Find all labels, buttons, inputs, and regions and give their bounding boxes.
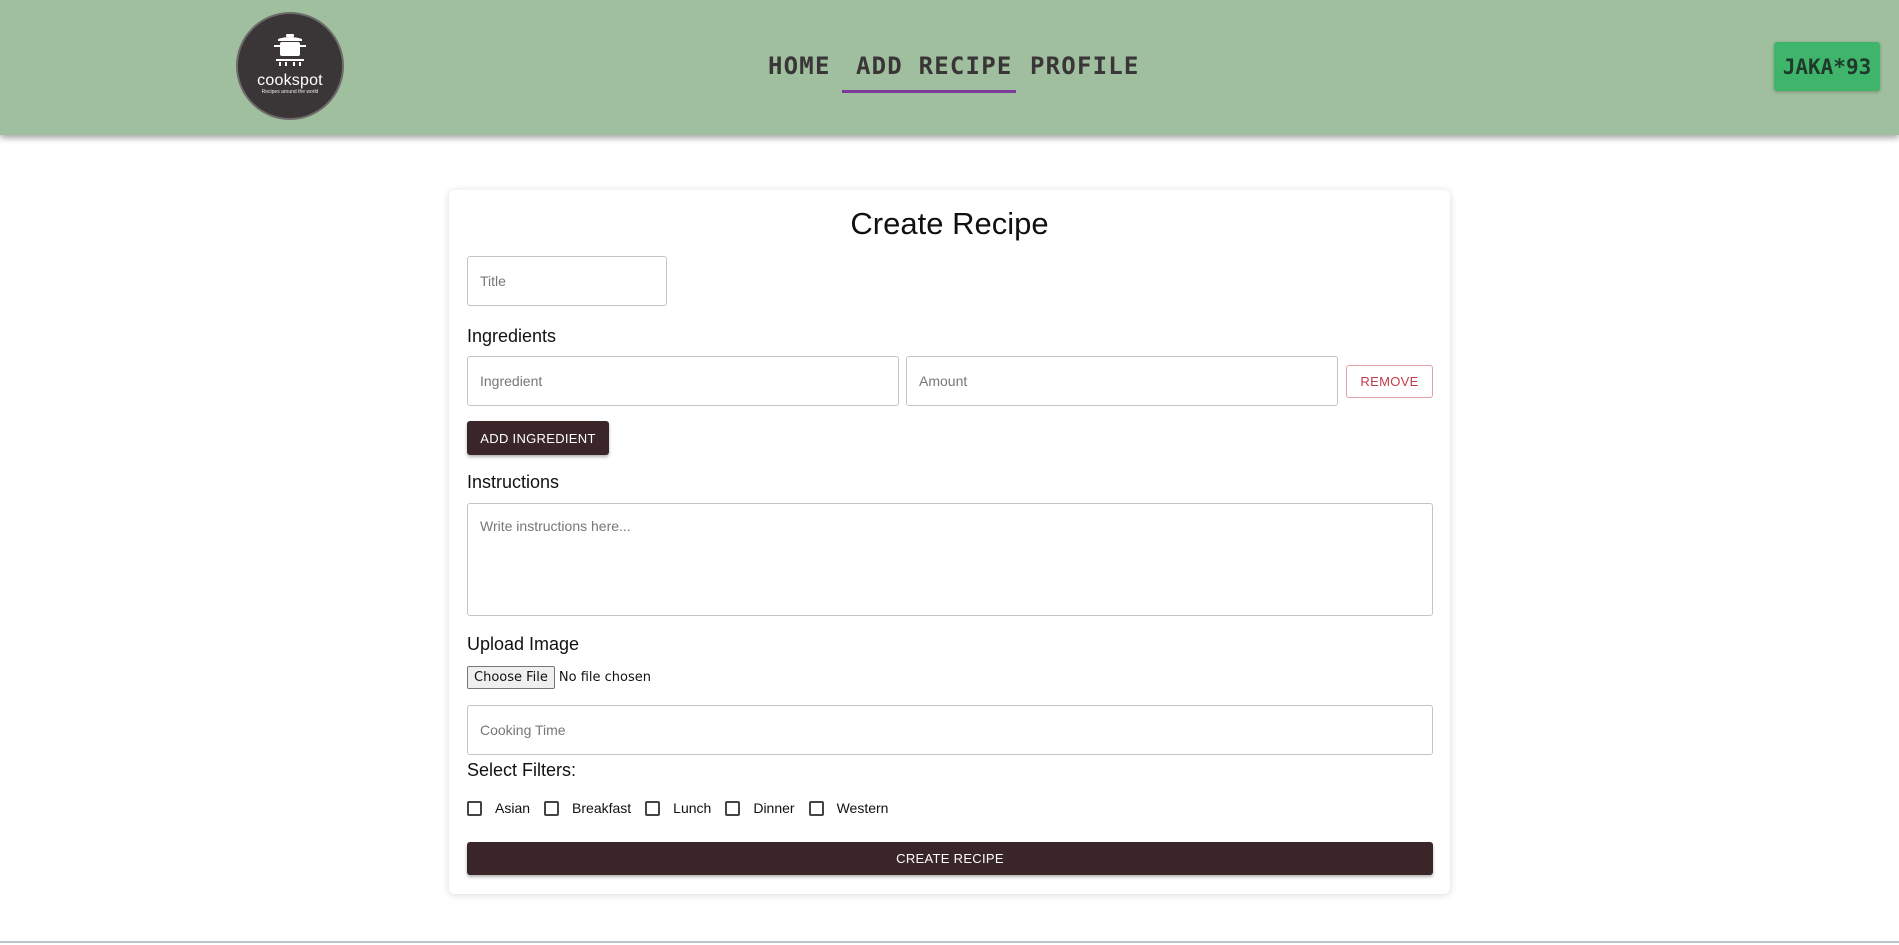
filter-label: Western bbox=[836, 800, 889, 816]
checkbox[interactable] bbox=[467, 800, 482, 816]
file-upload: Choose File No file chosen bbox=[467, 666, 651, 689]
logo-tagline: Recipes around the world bbox=[261, 88, 319, 95]
title-input[interactable] bbox=[467, 256, 667, 306]
add-ingredient-button[interactable]: ADD INGREDIENT bbox=[467, 421, 609, 455]
cookspot-logo[interactable]: cookspot Recipes around the world bbox=[236, 12, 344, 120]
filter-dinner[interactable]: Dinner bbox=[725, 800, 795, 816]
checkbox[interactable] bbox=[808, 800, 824, 816]
filter-asian[interactable]: Asian bbox=[467, 800, 530, 816]
nav-profile[interactable]: PROFILE bbox=[1030, 52, 1140, 80]
remove-ingredient-button[interactable]: REMOVE bbox=[1346, 365, 1433, 398]
top-header: cookspot Recipes around the world HOME A… bbox=[0, 0, 1899, 135]
upload-image-label: Upload Image bbox=[467, 634, 580, 654]
filter-label: Dinner bbox=[753, 800, 795, 816]
filter-label: Lunch bbox=[673, 800, 712, 816]
create-recipe-button[interactable]: CREATE RECIPE bbox=[467, 842, 1433, 875]
create-recipe-card: Create Recipe Ingredients REMOVE ADD ING… bbox=[449, 190, 1450, 894]
cooking-time-input[interactable] bbox=[467, 705, 1433, 755]
filter-checkboxes: Asian Breakfast Lunch Dinner Western bbox=[467, 800, 902, 816]
filter-lunch[interactable]: Lunch bbox=[645, 800, 711, 816]
filter-label: Asian bbox=[495, 800, 531, 816]
user-badge[interactable]: JAKA*93 bbox=[1774, 42, 1880, 91]
filter-western[interactable]: Western bbox=[808, 800, 889, 816]
nav-home[interactable]: HOME bbox=[768, 52, 831, 80]
nav-active-indicator bbox=[842, 90, 1016, 93]
file-status: No file chosen bbox=[558, 670, 651, 685]
checkbox[interactable] bbox=[544, 800, 560, 816]
page-title: Create Recipe bbox=[850, 206, 1049, 241]
checkbox[interactable] bbox=[645, 800, 661, 816]
ingredient-input[interactable] bbox=[467, 356, 899, 406]
logo-name: cookspot bbox=[257, 71, 323, 89]
ingredients-label: Ingredients bbox=[467, 326, 557, 346]
cooking-pot-icon bbox=[274, 33, 306, 66]
amount-input[interactable] bbox=[906, 356, 1338, 406]
footer-divider bbox=[0, 941, 1899, 943]
instructions-label: Instructions bbox=[467, 472, 560, 492]
choose-file-button[interactable]: Choose File bbox=[467, 666, 555, 689]
instructions-textarea[interactable] bbox=[467, 503, 1433, 616]
filter-breakfast[interactable]: Breakfast bbox=[544, 800, 631, 816]
checkbox[interactable] bbox=[725, 800, 741, 816]
filters-label: Select Filters: bbox=[467, 760, 577, 780]
filter-label: Breakfast bbox=[572, 800, 632, 816]
nav-add-recipe[interactable]: ADD RECIPE bbox=[856, 52, 1013, 80]
